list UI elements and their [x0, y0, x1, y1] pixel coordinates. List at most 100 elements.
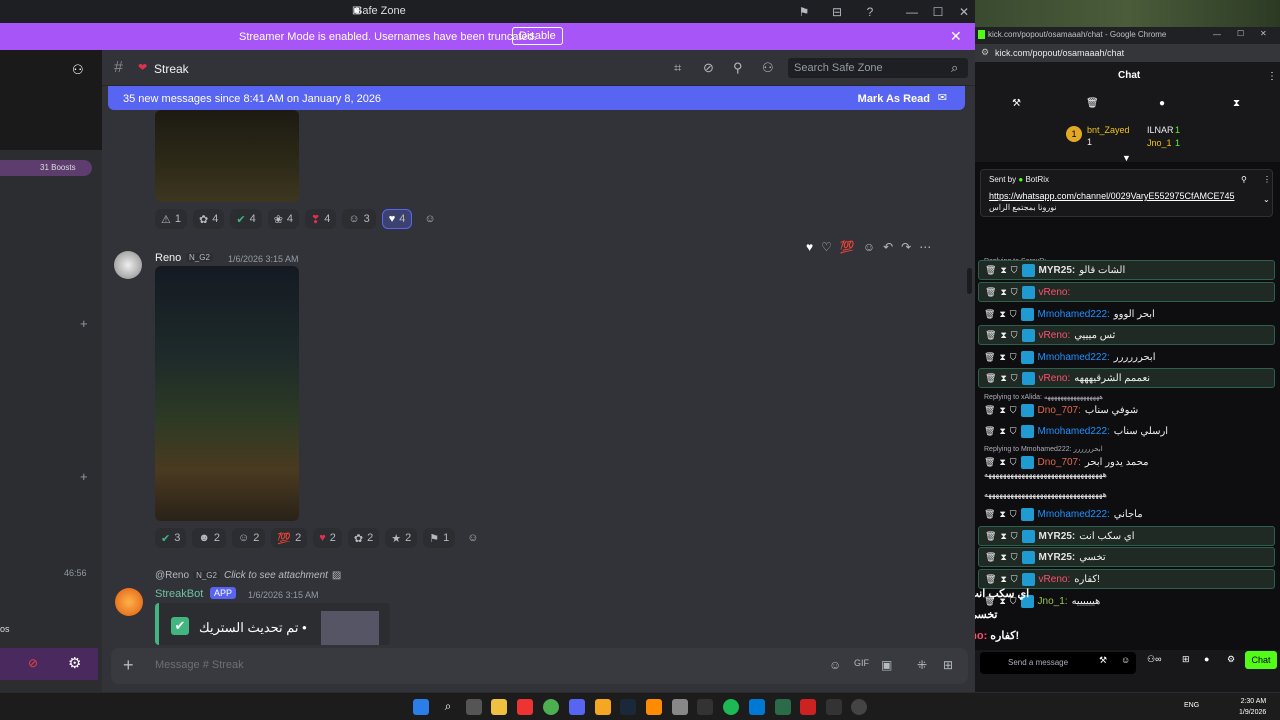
notification-mute-icon[interactable]: ⊘	[703, 60, 714, 76]
apps-icon[interactable]: ⁜	[917, 658, 927, 672]
shield-icon[interactable]: ⛉	[1011, 552, 1018, 563]
chat-username[interactable]: Dno_707:	[1038, 405, 1081, 416]
chat-username[interactable]: vReno:	[1039, 574, 1071, 585]
add-channel-icon-2[interactable]: +	[80, 469, 88, 484]
gift-icon[interactable]: ⊞	[1182, 654, 1190, 665]
leader-name[interactable]: bnt_Zayed	[1087, 125, 1130, 135]
points-icon[interactable]: ⚇∞	[1147, 654, 1161, 665]
chat-message[interactable]: 🗑 ⧗ ⛉ MYR25: تخسي	[978, 547, 1275, 567]
settings-icon[interactable]: ⚙	[1227, 654, 1235, 665]
reaction[interactable]: ☺ 2	[232, 528, 266, 548]
hourglass-icon[interactable]: ⧗	[999, 352, 1005, 363]
clock[interactable]: 2:30 AM 1/9/2026	[1239, 696, 1266, 718]
attach-icon[interactable]: +	[123, 655, 134, 676]
more-icon[interactable]: ⋯	[919, 240, 931, 256]
chat-message[interactable]: 🗑 ⧗ ⛉ vReno: ثس ميييي	[978, 325, 1275, 345]
chat-username[interactable]: Mmohamed222:	[1038, 509, 1110, 520]
invite-icon[interactable]: ⚇	[72, 62, 84, 78]
maximize-icon[interactable]: ☐	[930, 4, 946, 20]
collapse-icon[interactable]: ▼	[1122, 153, 1131, 163]
hourglass-icon[interactable]: ⧗	[999, 426, 1005, 437]
maximize-icon[interactable]: ☐	[1237, 29, 1244, 38]
app-icon[interactable]	[826, 699, 842, 715]
shield-icon[interactable]: ⛉	[1011, 531, 1018, 542]
help-icon[interactable]: ?	[862, 4, 878, 20]
trash-icon[interactable]: 🗑	[985, 552, 996, 563]
url-text[interactable]: kick.com/popout/osamaaah/chat	[995, 48, 1124, 58]
chat-send-button[interactable]: Chat	[1245, 651, 1277, 669]
file-explorer-icon[interactable]	[491, 699, 507, 715]
hourglass-icon[interactable]: ⧗	[1000, 574, 1006, 585]
reaction[interactable]: ❣ 4	[305, 209, 337, 229]
gif-icon[interactable]: GIF	[854, 658, 869, 668]
reaction[interactable]: ☺ 3	[342, 209, 376, 229]
flag-icon[interactable]: ⚑	[796, 4, 812, 20]
mute-icon[interactable]: ⊘	[28, 656, 38, 670]
reaction[interactable]: ✔ 3	[155, 528, 187, 548]
chat-username[interactable]: MYR25:	[1039, 531, 1076, 542]
bot-username[interactable]: StreakBot	[155, 588, 203, 600]
spotify-icon[interactable]	[723, 699, 739, 715]
hourglass-icon[interactable]: ⧗	[1000, 265, 1006, 276]
chat-message[interactable]: 🗑 ⧗ ⛉ MYR25: الشات قالو	[978, 260, 1275, 280]
close-icon[interactable]: ✕	[1260, 29, 1267, 38]
chrome-icon[interactable]	[543, 699, 559, 715]
emoji-icon[interactable]: ☺	[1121, 655, 1130, 665]
trash-icon[interactable]: 🗑	[984, 352, 995, 363]
reaction[interactable]: ☻ 2	[192, 528, 227, 548]
hourglass-icon[interactable]: ⧗	[999, 309, 1005, 320]
expand-icon[interactable]: ⌄	[1263, 195, 1270, 204]
reaction[interactable]: ♥ 2	[313, 528, 342, 548]
app-icon[interactable]	[800, 699, 816, 715]
mark-as-read-button[interactable]: Mark As Read	[858, 93, 930, 105]
shield-icon[interactable]: ⛉	[1011, 330, 1018, 341]
hourglass-icon[interactable]: ⧗	[1000, 373, 1006, 384]
epic-games-icon[interactable]	[697, 699, 713, 715]
search-input[interactable]: Search Safe Zone	[788, 58, 968, 78]
chat-username[interactable]: vReno:	[1039, 287, 1071, 298]
trash-icon[interactable]: 🗑	[984, 509, 995, 520]
chat-message[interactable]: 🗑 ⧗ ⛉ vReno: نعممم الشرقيهههه	[978, 368, 1275, 388]
leader-name[interactable]: Jno_1	[1147, 138, 1172, 148]
app-icon[interactable]	[466, 699, 482, 715]
trash-icon[interactable]: 🗑	[985, 287, 996, 298]
app-icon[interactable]	[775, 699, 791, 715]
reaction[interactable]: ♥ 4	[381, 209, 413, 229]
chat-message[interactable]: 🗑 ⧗ ⛉ vReno: كفاره!	[978, 569, 1275, 589]
avatar[interactable]	[114, 251, 142, 279]
discord-icon[interactable]	[569, 699, 585, 715]
new-messages-bar[interactable]: 35 new messages since 8:41 AM on January…	[108, 86, 965, 110]
chat-message[interactable]: 🗑 ⧗ ⛉ Mmohamed222: ارسلي سناب	[978, 421, 1275, 441]
image-attachment-1[interactable]	[155, 110, 299, 202]
more-options-icon[interactable]: ⋮	[1267, 71, 1277, 82]
trash-icon[interactable]: 🗑	[985, 265, 996, 276]
reaction[interactable]: ✿ 4	[193, 209, 225, 229]
chat-message[interactable]: 🗑 ⧗ ⛉ Mmohamed222: ابحر الووو	[978, 304, 1275, 324]
language-indicator[interactable]: ENG	[1184, 702, 1199, 709]
reaction[interactable]: ⚠ 1	[155, 209, 187, 229]
pinned-message[interactable]: Sent by ● BotRix ⚲ ⋮ https://whatsapp.co…	[980, 169, 1273, 217]
search-icon[interactable]: ⌕	[440, 699, 456, 715]
minimize-icon[interactable]: —	[1213, 30, 1221, 39]
hundred-icon[interactable]: 💯	[840, 240, 855, 256]
emoji-face-icon[interactable]: ☺	[829, 658, 841, 672]
message-username[interactable]: Reno	[155, 252, 181, 264]
chat-username[interactable]: vReno:	[1039, 373, 1071, 384]
pin-icon[interactable]: ⚲	[733, 60, 743, 76]
settings-icon[interactable]: ⚙	[68, 654, 81, 672]
trash-icon[interactable]: 🗑	[985, 531, 996, 542]
app-icon[interactable]	[749, 699, 765, 715]
chat-message[interactable]: 🗑 ⧗ ⛉ MYR25: اي سكب انت	[978, 526, 1275, 546]
add-reaction-icon[interactable]: ☺	[461, 528, 484, 548]
chat-username[interactable]: MYR25:	[1039, 265, 1076, 276]
shield-icon[interactable]: ⛉	[1011, 574, 1018, 585]
chat-username[interactable]: MYR25:	[1039, 552, 1076, 563]
chat-username[interactable]: Mmohamed222:	[1038, 352, 1110, 363]
add-channel-icon[interactable]: +	[80, 316, 88, 331]
search-icon[interactable]: ⌕	[951, 60, 958, 76]
bot-avatar[interactable]	[115, 588, 143, 616]
shield-icon[interactable]: ⛉	[1010, 309, 1017, 320]
disable-button[interactable]: Disable	[512, 27, 563, 45]
heart-icon[interactable]: ♥	[806, 240, 813, 256]
start-icon[interactable]	[413, 699, 429, 715]
